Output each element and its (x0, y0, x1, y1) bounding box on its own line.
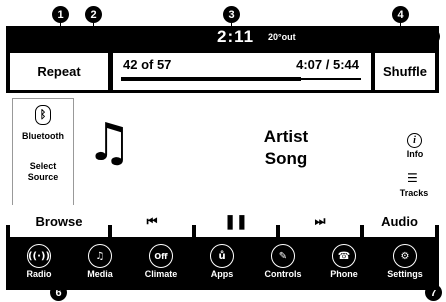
track-progress-panel: 42 of 57 4:07 / 5:44 (113, 53, 371, 90)
phone-icon: ☎ (332, 244, 356, 268)
progress-bar[interactable] (121, 77, 361, 81)
callout-3: 3 (223, 6, 240, 23)
browse-button[interactable]: Browse (10, 205, 108, 237)
track-position: 42 of 57 (123, 57, 172, 72)
app-bar: ((·)) Radio ♫ Media Off Climate ů Apps ✎… (6, 239, 439, 290)
audio-button[interactable]: Audio (364, 205, 435, 237)
clock: 2:11 (217, 27, 255, 46)
progress-bar-fill (121, 77, 301, 81)
app-apps-label: Apps (210, 269, 234, 279)
climate-off-text: Off (154, 251, 168, 261)
pause-button[interactable]: ❚❚ (196, 205, 276, 237)
select-source-button[interactable]: Select Source (13, 161, 73, 183)
outside-temperature: 20°out (268, 32, 296, 42)
app-climate[interactable]: Off Climate (133, 244, 189, 286)
audio-label: Audio (381, 213, 418, 229)
track-info: Artist Song (226, 126, 346, 170)
app-phone[interactable]: ☎ Phone (316, 244, 372, 286)
track-time: 4:07 / 5:44 (296, 57, 359, 72)
app-apps[interactable]: ů Apps (194, 244, 250, 286)
app-settings-label: Settings (387, 269, 423, 279)
tracks-list-icon[interactable]: ☰ (407, 171, 418, 185)
app-climate-label: Climate (144, 269, 178, 279)
bluetooth-label[interactable]: Bluetooth (13, 131, 73, 141)
song-title: Song (264, 149, 308, 168)
shuffle-button[interactable]: Shuffle (375, 53, 435, 90)
apps-icon: ů (210, 244, 234, 268)
shuffle-label: Shuffle (382, 64, 428, 79)
app-media-label: Media (87, 269, 113, 279)
controls-icon: ✎ (271, 244, 295, 268)
app-controls-label: Controls (264, 269, 302, 279)
skip-next-icon: ⏭ (314, 213, 326, 228)
info-label[interactable]: Info (402, 149, 428, 159)
app-radio-label: Radio (26, 269, 52, 279)
select-source-line2: Source (27, 172, 59, 182)
select-source-line1: Select (29, 161, 57, 171)
callout-1: 1 (52, 6, 69, 23)
bluetooth-icon[interactable]: ᛒ (35, 105, 51, 125)
info-icon[interactable]: i (407, 133, 422, 148)
media-icon: ♫ (88, 244, 112, 268)
radio-icon: ((·)) (27, 244, 51, 268)
climate-icon: Off (149, 244, 173, 268)
browse-label: Browse (35, 213, 83, 229)
repeat-label: Repeat (37, 64, 81, 79)
infotainment-screen: 2:11 20°out Repeat 42 of 57 4:07 / 5:44 … (6, 26, 439, 290)
tracks-label[interactable]: Tracks (396, 188, 432, 198)
playback-control-row: Repeat 42 of 57 4:07 / 5:44 Shuffle (6, 53, 439, 90)
source-panel: ᛒ Bluetooth Select Source (12, 98, 74, 210)
transport-row: Browse ⏮ ❚❚ ⏭ Audio (6, 205, 439, 237)
skip-previous-button[interactable]: ⏮ (112, 205, 192, 237)
app-media[interactable]: ♫ Media (72, 244, 128, 286)
app-controls[interactable]: ✎ Controls (255, 244, 311, 286)
music-note-icon: ♫ (86, 113, 133, 173)
repeat-button[interactable]: Repeat (10, 53, 108, 90)
callout-2: 2 (85, 6, 102, 23)
callout-4: 4 (392, 6, 409, 23)
settings-icon: ⚙ (393, 244, 417, 268)
artist-name: Artist (263, 127, 309, 146)
app-settings[interactable]: ⚙ Settings (377, 244, 433, 286)
skip-previous-icon: ⏮ (146, 213, 158, 228)
skip-next-button[interactable]: ⏭ (280, 205, 360, 237)
status-bar: 2:11 20°out (6, 26, 439, 50)
app-phone-label: Phone (330, 269, 358, 279)
app-radio[interactable]: ((·)) Radio (11, 244, 67, 286)
pause-icon: ❚❚ (224, 212, 248, 229)
